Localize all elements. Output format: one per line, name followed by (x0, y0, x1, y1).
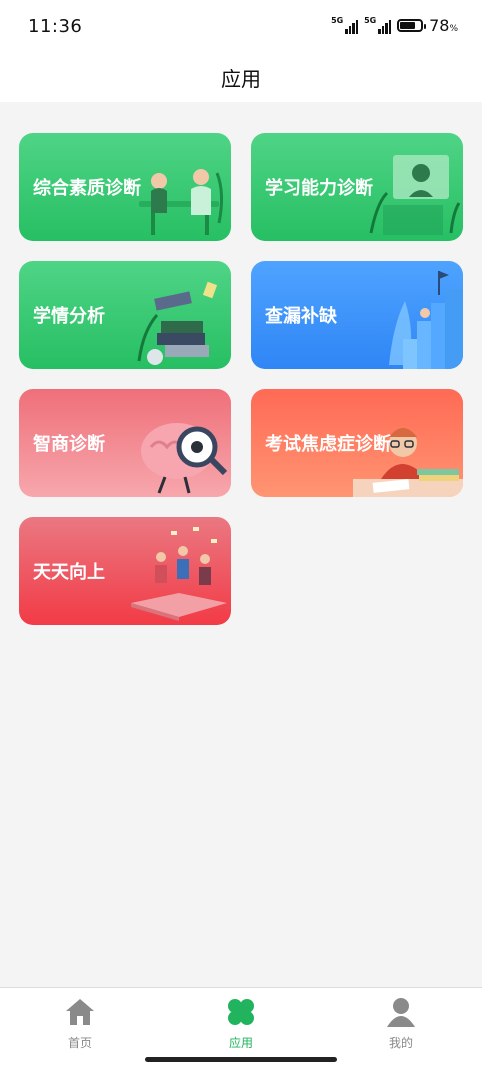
signal-icon: 5G (331, 15, 359, 34)
signal-icon-2: 5G (364, 15, 392, 34)
battery-level: 78% (429, 16, 458, 35)
app-card-exam-anxiety-diagnosis[interactable]: 考试焦虑症诊断 (251, 389, 463, 497)
person-icon (387, 998, 415, 1027)
open-book-people-illustration-icon (131, 527, 227, 621)
app-card-label: 学情分析 (33, 306, 105, 327)
clover-icon (228, 999, 254, 1025)
page-header: 应用 (0, 52, 482, 102)
signal-label-2: 5G (364, 15, 377, 25)
home-icon (66, 999, 94, 1025)
signal-label: 5G (331, 15, 344, 25)
app-card-learning-ability-diagnosis[interactable]: 学习能力诊断 (251, 133, 463, 241)
app-card-fill-gaps[interactable]: 查漏补缺 (251, 261, 463, 369)
home-indicator[interactable] (145, 1057, 337, 1062)
app-card-learning-analysis[interactable]: 学情分析 (19, 261, 231, 369)
tab-apps[interactable]: 应用 (201, 994, 281, 1050)
tab-me[interactable]: 我的 (361, 994, 441, 1050)
app-card-comprehensive-diagnosis[interactable]: 综合素质诊断 (19, 133, 231, 241)
page-title: 应用 (221, 66, 261, 91)
status-indicators: 5G 5G 78% (331, 15, 458, 36)
brain-magnifier-illustration-icon (141, 423, 228, 494)
app-card-daily-improvement[interactable]: 天天向上 (19, 517, 231, 625)
app-card-label: 学习能力诊断 (265, 178, 373, 199)
tab-label: 首页 (67, 1036, 92, 1050)
tab-label: 应用 (228, 1036, 253, 1050)
status-bar: 11:36 5G 5G 78% (0, 0, 482, 52)
tab-home[interactable]: 首页 (40, 994, 120, 1050)
app-card-label: 天天向上 (33, 562, 105, 583)
stairs-flag-illustration-icon (389, 271, 463, 369)
status-time: 11:36 (28, 16, 83, 37)
app-card-label: 综合素质诊断 (33, 178, 141, 199)
books-illustration-icon (137, 281, 218, 365)
battery-icon (397, 19, 427, 32)
app-card-label: 智商诊断 (33, 434, 105, 455)
app-card-label: 考试焦虑症诊断 (265, 434, 391, 455)
app-card-iq-diagnosis[interactable]: 智商诊断 (19, 389, 231, 497)
tab-label: 我的 (388, 1036, 413, 1050)
app-card-label: 查漏补缺 (265, 306, 337, 327)
